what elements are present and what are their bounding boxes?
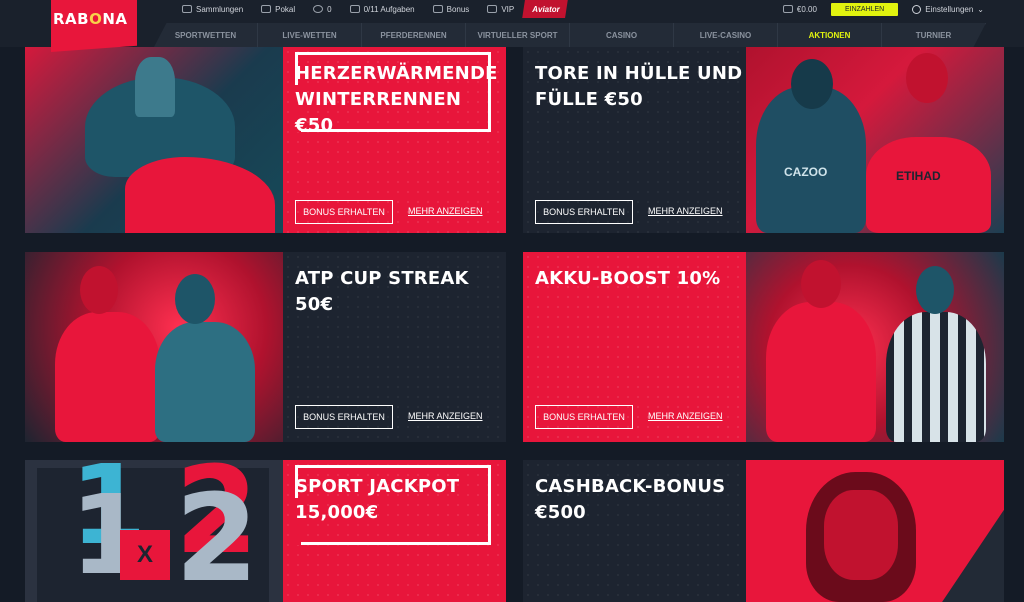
main-nav: SPORTWETTEN LIVE-WETTEN PFERDERENNEN VIR… — [154, 23, 986, 47]
promo-info: AKKU-BOOST 10% BONUS ERHALTEN MEHR ANZEI… — [523, 252, 747, 442]
bonus-button[interactable]: BONUS ERHALTEN — [295, 200, 393, 224]
promo-title: ATP CUP STREAK 50€ — [295, 268, 469, 315]
logo[interactable]: RABONA — [53, 10, 128, 28]
promo-title-line3: €50 — [295, 115, 334, 136]
chevron-down-icon: ⌄ — [977, 4, 984, 14]
top-menu-trophy[interactable]: Pokal — [251, 0, 303, 18]
promo-info: SPORT JACKPOT 15,000€ — [283, 460, 506, 602]
bonus-button[interactable]: BONUS ERHALTEN — [295, 405, 393, 429]
tab-turnier[interactable]: TURNIER — [882, 23, 986, 47]
bonus-button[interactable]: BONUS ERHALTEN — [535, 405, 633, 429]
promo-title-line1: TORE IN HÜLLE UND — [535, 63, 743, 84]
promo-info: CASHBACK-BONUS €500 — [523, 460, 747, 602]
more-link[interactable]: MEHR ANZEIGEN — [408, 206, 483, 216]
promo-info: ATP CUP STREAK 50€ BONUS ERHALTEN MEHR A… — [283, 252, 506, 442]
tab-live-wetten[interactable]: LIVE-WETTEN — [258, 23, 362, 47]
promo-card-tore[interactable]: TORE IN HÜLLE UND FÜLLE €50 BONUS ERHALTE… — [523, 47, 1004, 233]
promo-image-players — [746, 252, 1004, 442]
promo-title: AKKU-BOOST 10% — [535, 268, 721, 289]
promo-image-football: CAZOO ETIHAD — [746, 47, 1004, 233]
top-menu-coins[interactable]: 0 — [303, 0, 339, 18]
more-link[interactable]: MEHR ANZEIGEN — [648, 206, 723, 216]
top-menu-vip[interactable]: VIP — [477, 0, 522, 18]
promo-title-line1: CASHBACK-BONUS — [535, 476, 726, 497]
promo-image-horse — [25, 47, 283, 233]
tab-pferderennen[interactable]: PFERDERENNEN — [362, 23, 466, 47]
trophy-icon — [261, 5, 272, 13]
gift-icon — [432, 5, 443, 13]
flag-icon — [349, 5, 360, 13]
gear-icon — [912, 4, 922, 14]
collection-icon — [182, 5, 192, 13]
promo-title-line1: SPORT JACKPOT — [295, 476, 460, 497]
settings-menu[interactable]: Einstellungen ⌄ — [912, 4, 984, 14]
promo-card-jackpot[interactable]: 1 X 2 SPORT JACKPOT 15,000€ — [25, 460, 506, 602]
wallet-icon — [782, 5, 793, 13]
jersey-text: ETIHAD — [896, 169, 941, 183]
tab-live-casino[interactable]: LIVE-CASINO — [674, 23, 778, 47]
promo-info: TORE IN HÜLLE UND FÜLLE €50 BONUS ERHALTE… — [523, 47, 747, 233]
promo-card-atp[interactable]: ATP CUP STREAK 50€ BONUS ERHALTEN MEHR A… — [25, 252, 506, 442]
promo-image-portrait — [746, 460, 1004, 602]
bonus-button[interactable]: BONUS ERHALTEN — [535, 200, 633, 224]
diamond-icon — [487, 5, 498, 13]
promo-card-cashback[interactable]: CASHBACK-BONUS €500 — [523, 460, 1004, 602]
tab-sportwetten[interactable]: SPORTWETTEN — [154, 23, 258, 47]
account-menu: €0.00 EINZAHLEN Einstellungen ⌄ — [782, 0, 984, 18]
promo-card-akku[interactable]: AKKU-BOOST 10% BONUS ERHALTEN MEHR ANZEI… — [523, 252, 1004, 442]
more-link[interactable]: MEHR ANZEIGEN — [408, 411, 483, 421]
promo-title-line2: WINTERRENNEN — [295, 89, 462, 110]
top-menu: Sammlungen Pokal 0 0/11 Aufgaben Bonus V… — [172, 0, 568, 18]
promo-title-line1: HERZERWÄRMENDE — [295, 63, 498, 84]
promo-card-winterrennen[interactable]: HERZERWÄRMENDE WINTERRENNEN €50 BONUS ERHA… — [25, 47, 506, 233]
promo-image-1x2: 1 X 2 — [25, 460, 283, 602]
aviator-button[interactable]: Aviator — [522, 0, 568, 18]
top-menu-bonus[interactable]: Bonus — [423, 0, 478, 18]
tab-aktionen[interactable]: AKTIONEN — [778, 23, 882, 47]
top-menu-tasks[interactable]: 0/11 Aufgaben — [340, 0, 423, 18]
tab-casino[interactable]: CASINO — [570, 23, 674, 47]
promo-info: HERZERWÄRMENDE WINTERRENNEN €50 BONUS ERHA… — [283, 47, 506, 233]
promo-image-tennis — [25, 252, 283, 442]
balance[interactable]: €0.00 — [782, 5, 817, 14]
symbol-x: X — [120, 530, 170, 580]
promo-title-line2: €500 — [535, 502, 586, 523]
coin-icon — [313, 5, 324, 13]
promo-title-line2: FÜLLE €50 — [535, 89, 643, 110]
symbol-2: 2 — [175, 470, 259, 602]
promo-title-line2: 15,000€ — [295, 502, 379, 523]
deposit-button[interactable]: EINZAHLEN — [830, 2, 899, 16]
jersey-text: CAZOO — [784, 165, 828, 179]
tab-virtueller-sport[interactable]: VIRTUELLER SPORT — [466, 23, 570, 47]
more-link[interactable]: MEHR ANZEIGEN — [648, 411, 723, 421]
top-menu-collections[interactable]: Sammlungen — [172, 0, 251, 18]
